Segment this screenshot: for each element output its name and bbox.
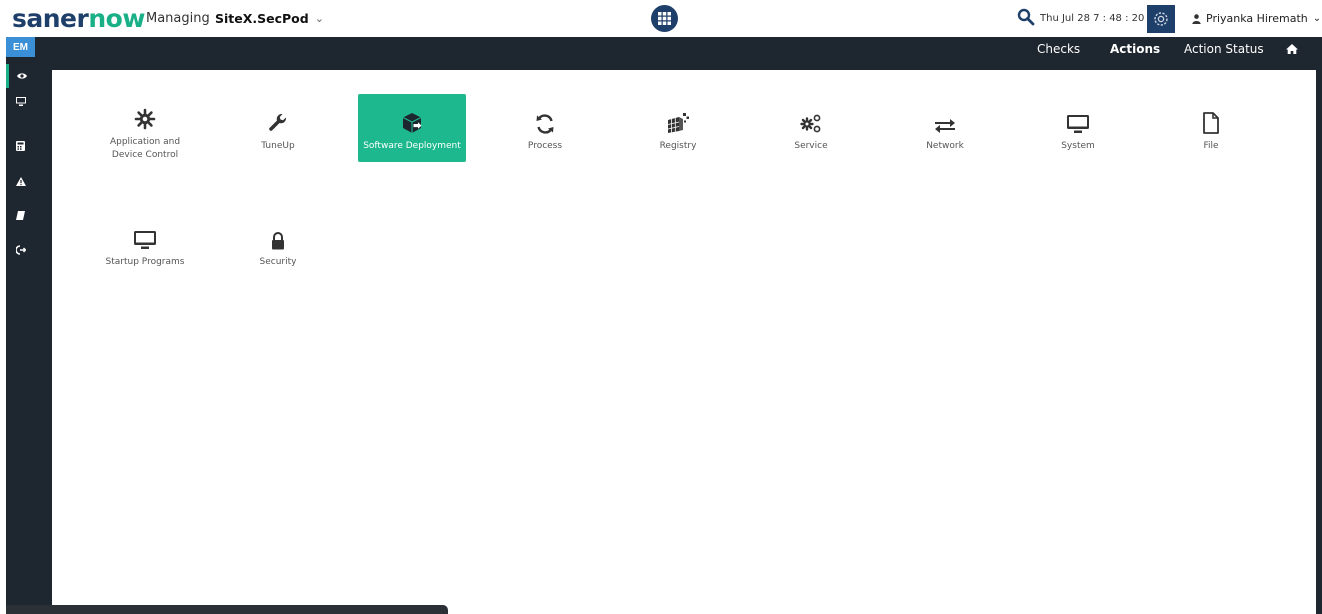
- book-icon: [16, 210, 25, 220]
- user-icon: [1192, 13, 1201, 24]
- site-selector[interactable]: SiteX.SecPod ⌄: [215, 11, 324, 26]
- lock-icon: [272, 232, 284, 250]
- actions-panel: Application and Device Control TuneUp So…: [52, 70, 1316, 614]
- eye-icon: [17, 73, 27, 79]
- tile-startup-programs[interactable]: Startup Programs: [91, 210, 199, 278]
- module-badge[interactable]: EM: [6, 37, 35, 57]
- rail-item-logout[interactable]: [6, 238, 35, 262]
- rail-item-alerts[interactable]: [6, 169, 35, 193]
- tile-label: Process: [527, 141, 563, 151]
- user-name: Priyanka Hiremath: [1206, 12, 1308, 25]
- tile-label: Service: [794, 141, 828, 151]
- current-datetime: Thu Jul 28 7 : 48 : 20 AM: [1040, 13, 1164, 24]
- tile-software-deployment[interactable]: Software Deployment: [358, 94, 466, 162]
- monitor-icon: [134, 231, 156, 249]
- nav-actions[interactable]: Actions: [1110, 42, 1160, 56]
- nav-action-status[interactable]: Action Status: [1184, 42, 1264, 56]
- top-header: sanernow Managing SiteX.SecPod ⌄ Thu Jul…: [0, 0, 1322, 37]
- exchange-icon: [935, 119, 955, 133]
- rail-item-desktop[interactable]: [6, 89, 35, 113]
- search-icon: [1017, 8, 1035, 26]
- cogs-icon: [800, 114, 821, 133]
- tile-tuneup[interactable]: TuneUp: [224, 94, 332, 162]
- top-nav-bar: Checks Actions Action Status: [35, 37, 1322, 61]
- sign-out-icon: [15, 245, 26, 255]
- desktop-icon: [15, 96, 26, 106]
- rail-item-view[interactable]: [6, 64, 35, 88]
- search-button[interactable]: [1017, 8, 1035, 26]
- status-tooltip-strip: [6, 605, 448, 614]
- tile-application-and-device-control[interactable]: Application and Device Control: [91, 94, 199, 162]
- action-tiles-grid: Application and Device Control TuneUp So…: [52, 70, 1316, 614]
- chevron-down-icon: ⌄: [314, 12, 324, 25]
- tile-network[interactable]: Network: [891, 94, 999, 162]
- logo-text-saner: saner: [12, 4, 89, 33]
- wrench-icon: [269, 114, 287, 131]
- home-icon: [1286, 44, 1298, 54]
- nav-checks[interactable]: Checks: [1037, 42, 1080, 56]
- tile-registry[interactable]: Registry: [624, 94, 732, 162]
- cog-hash-icon: [134, 108, 156, 130]
- tile-label: File: [1203, 141, 1219, 151]
- home-button[interactable]: [1286, 40, 1304, 58]
- tile-label: Registry: [659, 141, 697, 151]
- user-menu[interactable]: Priyanka Hiremath ⌄: [1192, 12, 1321, 25]
- settings-button[interactable]: [1147, 5, 1175, 33]
- tile-label: Startup Programs: [105, 257, 185, 267]
- registry-cubes-icon: [667, 113, 689, 133]
- refresh-icon: [536, 114, 554, 134]
- grid-icon: [658, 12, 671, 25]
- warning-icon: [15, 176, 26, 186]
- gear-icon: [1154, 12, 1168, 26]
- tile-label: Network: [926, 141, 964, 151]
- calculator-icon: [16, 141, 25, 151]
- tile-system[interactable]: System: [1024, 94, 1132, 162]
- tile-security[interactable]: Security: [224, 210, 332, 278]
- monitor-icon: [1067, 115, 1089, 133]
- tile-label: System: [1061, 141, 1095, 151]
- rail-item-docs[interactable]: [6, 203, 35, 227]
- logo-text-now: now: [88, 4, 145, 33]
- tile-label: Security: [259, 257, 297, 267]
- tile-label: Software Deployment: [363, 141, 461, 151]
- chevron-down-icon: ⌄: [1312, 13, 1322, 24]
- tile-file[interactable]: File: [1157, 94, 1265, 162]
- site-name: SiteX.SecPod: [215, 11, 309, 26]
- saner-now-logo[interactable]: sanernow: [12, 4, 145, 34]
- tile-service[interactable]: Service: [757, 94, 865, 162]
- package-deploy-icon: [402, 113, 422, 133]
- tile-label: TuneUp: [261, 141, 295, 151]
- file-icon: [1203, 112, 1219, 134]
- apps-grid-button[interactable]: [651, 5, 678, 32]
- tile-label: Application and Device Control: [109, 137, 181, 160]
- managing-label: Managing: [146, 11, 210, 26]
- rail-item-calculator[interactable]: [6, 134, 35, 158]
- tile-process[interactable]: Process: [491, 94, 599, 162]
- left-rail: EM: [6, 37, 35, 614]
